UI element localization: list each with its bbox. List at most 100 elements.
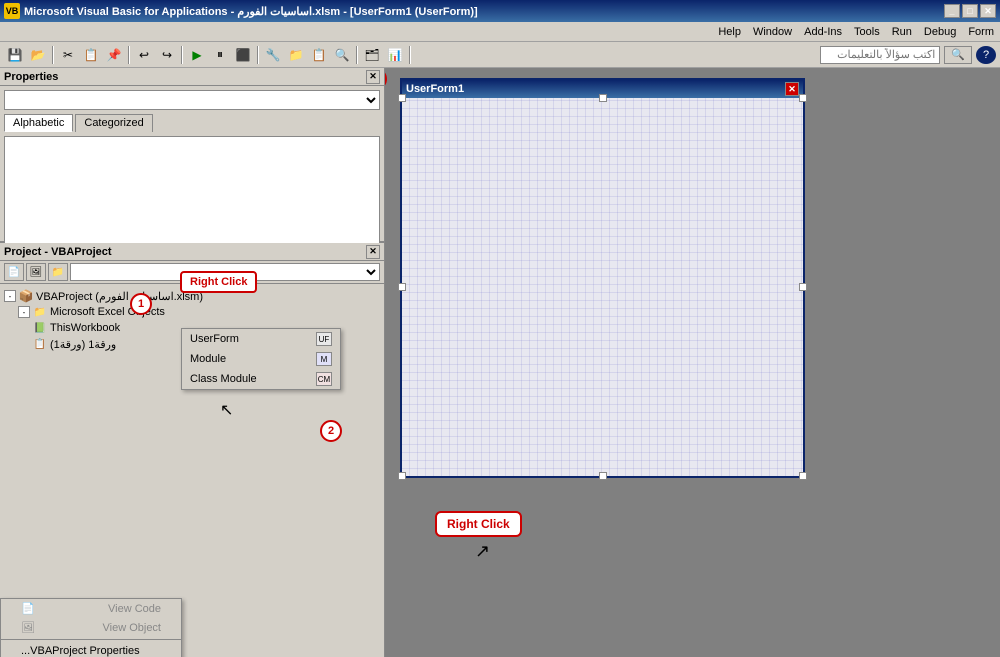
title-bar: VB Microsoft Visual Basic for Applicatio… xyxy=(0,0,1000,22)
toolbar-stop[interactable]: ⬛ xyxy=(232,45,254,65)
tab-categorized[interactable]: Categorized xyxy=(75,114,152,132)
project-title: Project - VBAProject xyxy=(4,246,112,258)
toolbar-redo[interactable]: ↪ xyxy=(156,45,178,65)
class-module-icon: CM xyxy=(316,372,332,386)
title-controls: _ □ ✕ xyxy=(944,4,996,18)
toolbar-cut[interactable]: ✂ xyxy=(57,45,79,65)
toolbar-sep1 xyxy=(52,46,54,64)
close-btn[interactable]: ✕ xyxy=(980,4,996,18)
toolbar-save[interactable]: 💾 xyxy=(4,45,26,65)
toolbar-search-area: 🔍 ? xyxy=(820,46,996,64)
userform-title-text: UserForm1 xyxy=(406,83,464,95)
submenu-module-label: Module xyxy=(190,353,226,365)
proj-view-code[interactable]: 📄 xyxy=(4,263,24,281)
tab-alphabetic[interactable]: Alphabetic xyxy=(4,114,73,132)
menu-form[interactable]: Form xyxy=(962,24,1000,40)
properties-close-btn[interactable]: ✕ xyxy=(366,70,380,84)
project-root-label: VBAProject (اساسيات الفورم.xlsm) xyxy=(36,290,203,303)
proj-toggle-folders[interactable]: 📁 xyxy=(48,263,68,281)
sheet-icon: 📋 xyxy=(32,337,48,351)
proj-view-object[interactable]: 🖼 xyxy=(26,263,46,281)
title-text: Microsoft Visual Basic for Applications … xyxy=(24,5,478,18)
toolbar-objbrowser[interactable]: 🔍 xyxy=(331,45,353,65)
toolbar-sep3 xyxy=(181,46,183,64)
userform-close-btn[interactable]: ✕ xyxy=(785,82,799,96)
annotation-right-click-1: Right Click xyxy=(180,271,257,293)
resize-w[interactable] xyxy=(398,283,406,291)
userform-window: UserForm1 ✕ xyxy=(400,78,805,478)
project-close-btn[interactable]: ✕ xyxy=(366,245,380,259)
toolbar-sep4 xyxy=(257,46,259,64)
tree-excel-objects[interactable]: - 📁 Microsoft Excel Objects xyxy=(4,304,380,320)
resize-se[interactable] xyxy=(799,472,807,480)
resize-sw[interactable] xyxy=(398,472,406,480)
properties-content: Alphabetic Categorized xyxy=(0,86,384,250)
this-workbook-label: ThisWorkbook xyxy=(50,322,120,334)
search-button[interactable]: 🔍 xyxy=(944,46,972,64)
userform-body[interactable] xyxy=(402,98,803,476)
submenu-userform[interactable]: UserForm UF xyxy=(182,329,340,349)
toolbar-extra[interactable]: 📊 xyxy=(384,45,406,65)
toolbar-props[interactable]: 📋 xyxy=(308,45,330,65)
search-input[interactable] xyxy=(820,46,940,64)
ctx-sep1 xyxy=(1,639,181,640)
ctx-vbaproject-props[interactable]: ...VBAProject Properties xyxy=(1,642,181,657)
resize-ne[interactable] xyxy=(799,94,807,102)
submenu-module[interactable]: Module M xyxy=(182,349,340,369)
help-btn[interactable]: ? xyxy=(976,46,996,64)
toolbar-sep5 xyxy=(356,46,358,64)
menu-run[interactable]: Run xyxy=(886,24,918,40)
properties-tabs: Alphabetic Categorized xyxy=(4,114,380,132)
toolbar-copy[interactable]: 📋 xyxy=(80,45,102,65)
toolbar-open[interactable]: 📂 xyxy=(27,45,49,65)
ctx-view-object: 🖼 View Object xyxy=(1,618,181,637)
properties-dropdown[interactable] xyxy=(4,90,380,110)
toolbar-sep2 xyxy=(128,46,130,64)
expand-excel-objects[interactable]: - xyxy=(18,306,30,318)
properties-area xyxy=(4,136,380,246)
toolbar-run[interactable]: ▶ xyxy=(186,45,208,65)
toolbar-undo[interactable]: ↩ xyxy=(133,45,155,65)
sheet1-label: ورقة1 (ورقة1) xyxy=(50,338,116,351)
properties-title-bar: Properties ✕ xyxy=(0,68,384,86)
annotation-circle-2-placeholder xyxy=(385,68,387,90)
maximize-btn[interactable]: □ xyxy=(962,4,978,18)
ctx-view-object-label: View Object xyxy=(103,622,162,634)
menu-help[interactable]: Help xyxy=(712,24,747,40)
minimize-btn[interactable]: _ xyxy=(944,4,960,18)
expand-root[interactable]: - xyxy=(4,290,16,302)
resize-s[interactable] xyxy=(599,472,607,480)
menu-debug[interactable]: Debug xyxy=(918,24,962,40)
menu-bar: Help Window Add-Ins Tools Run Debug Form xyxy=(0,22,1000,42)
resize-e[interactable] xyxy=(799,283,807,291)
resize-nw[interactable] xyxy=(398,94,406,102)
toolbar-sep6 xyxy=(409,46,411,64)
submenu-class-module[interactable]: Class Module CM xyxy=(182,369,340,389)
project-icon: 📦 xyxy=(18,289,34,303)
module-icon: M xyxy=(316,352,332,366)
menu-addins[interactable]: Add-Ins xyxy=(798,24,848,40)
toolbar-toolbox[interactable]: 🗂 xyxy=(361,45,383,65)
resize-n[interactable] xyxy=(599,94,607,102)
project-panel: Project - VBAProject ✕ 📄 🖼 📁 - 📦 VBAProj… xyxy=(0,243,384,657)
menu-tools[interactable]: Tools xyxy=(848,24,886,40)
folder-icon: 📁 xyxy=(32,305,48,319)
toolbar-design[interactable]: 🔧 xyxy=(262,45,284,65)
toolbar: 💾 📂 ✂ 📋 📌 ↩ ↪ ▶ ⏸ ⬛ 🔧 📁 📋 🔍 🗂 📊 🔍 ? xyxy=(0,42,1000,68)
project-title-bar: Project - VBAProject ✕ xyxy=(0,243,384,261)
submenu-class-module-label: Class Module xyxy=(190,373,257,385)
toolbar-paste[interactable]: 📌 xyxy=(103,45,125,65)
context-menu: 📄 View Code 🖼 View Object ...VBAProject … xyxy=(0,598,182,657)
submenu-userform-label: UserForm xyxy=(190,333,239,345)
ctx-view-object-icon: 🖼 xyxy=(21,621,35,634)
userform-icon: UF xyxy=(316,332,332,346)
ctx-view-code: 📄 View Code xyxy=(1,599,181,618)
toolbar-pause[interactable]: ⏸ xyxy=(209,45,231,65)
annotation-circle-2: 2 xyxy=(320,420,342,442)
toolbar-explorer[interactable]: 📁 xyxy=(285,45,307,65)
annotation-circle-1: 1 xyxy=(130,293,152,315)
properties-panel: Properties ✕ Alphabetic Categorized xyxy=(0,68,384,243)
menu-window[interactable]: Window xyxy=(747,24,798,40)
ctx-view-code-icon: 📄 xyxy=(21,602,35,615)
main-layout: Properties ✕ Alphabetic Categorized Proj… xyxy=(0,68,1000,657)
